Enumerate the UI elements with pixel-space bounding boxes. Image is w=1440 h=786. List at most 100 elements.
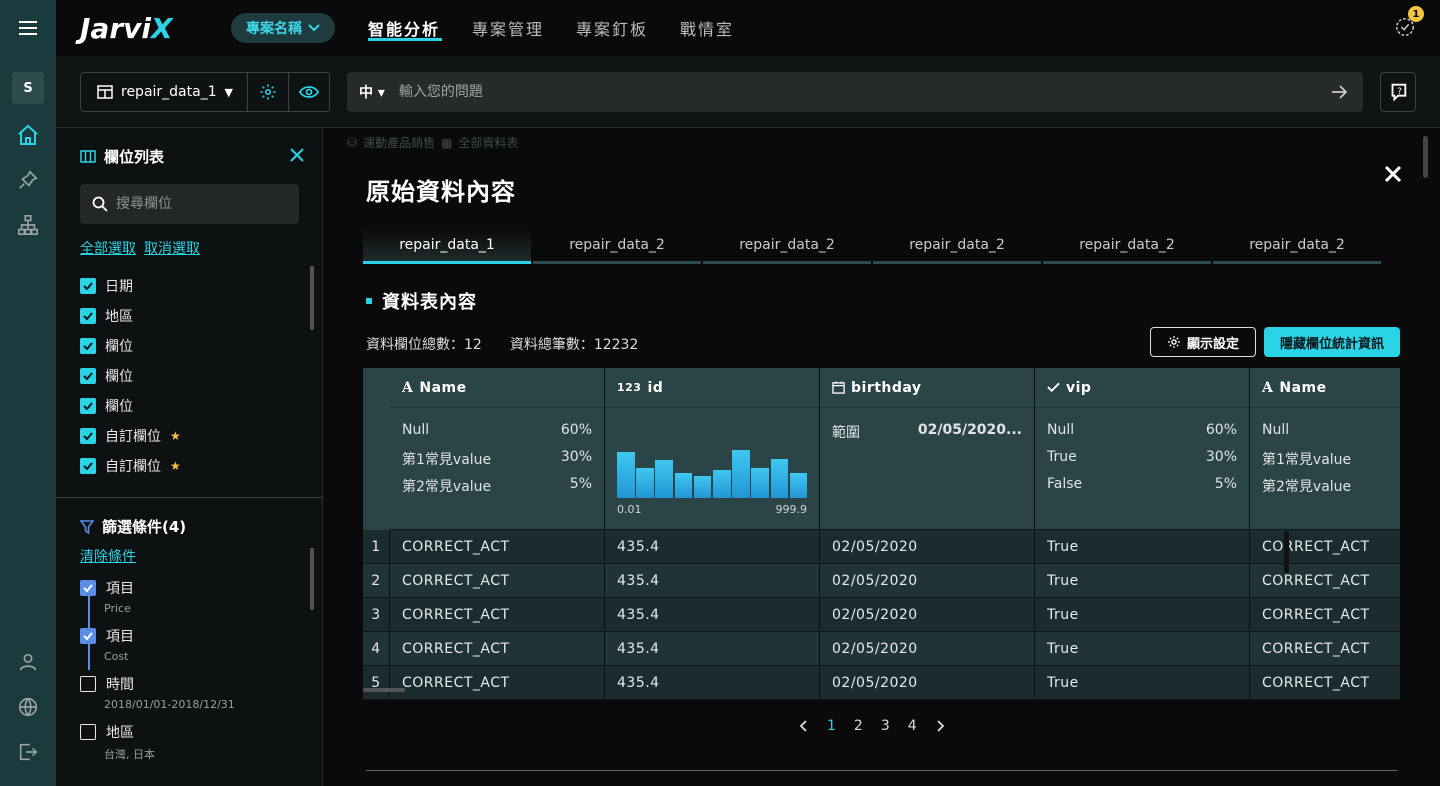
nav-tab-analysis[interactable]: 智能分析 [368,16,440,40]
page-numbers: 1 2 3 4 [827,718,917,734]
dataset-tab[interactable]: repair_data_1 [363,228,531,264]
section-title: 資料表內容 [366,288,477,314]
nav-tab-war-room[interactable]: 戰情室 [680,16,734,40]
filter-list-scrollbar[interactable] [310,548,314,610]
filter-item[interactable]: 地區 台灣, 日本 [80,722,155,762]
pin-icon[interactable] [14,166,42,194]
column-header-id[interactable]: 123 id [605,368,819,408]
chevron-left-icon[interactable] [799,720,809,732]
field-list-scrollbar[interactable] [310,266,314,330]
user-icon[interactable] [14,648,42,676]
checkbox-checked[interactable] [80,628,96,644]
page-number[interactable]: 3 [881,718,890,734]
home-icon[interactable] [14,121,42,149]
filters-header: 篩選條件(4) [80,516,186,537]
preview-data-button[interactable] [289,72,330,112]
stat-row: 第1常見value 30% [402,449,592,468]
dataset-selector[interactable]: repair_data_1 ▼ [80,72,248,112]
histogram-bar [770,458,789,498]
id-histogram [617,448,809,498]
histogram-bar [674,473,693,498]
deselect-all-link[interactable]: 取消選取 [144,238,200,258]
hide-stats-button[interactable]: 隱藏欄位統計資訊 [1264,327,1400,357]
chevron-right-icon[interactable] [935,720,945,732]
breadcrumb-project[interactable]: 運動產品銷售 [363,134,435,151]
stat-row: Null 60% [402,422,592,438]
breadcrumb-tables[interactable]: 全部資料表 [458,134,518,151]
dataset-tab[interactable]: repair_data_2 [873,228,1041,264]
field-label: 自訂欄位 [105,429,161,445]
globe-icon[interactable] [14,693,42,721]
field-item[interactable]: 欄位 [80,366,133,386]
page-number[interactable]: 4 [908,718,917,734]
nav-tab-pinboard[interactable]: 專案釘板 [576,16,648,40]
raw-data-panel: ⛁ 運動產品銷售 ▦ 全部資料表 原始資料內容 repair_data_1 rep… [323,128,1440,786]
sitemap-icon[interactable] [14,211,42,239]
field-label: 欄位 [105,369,133,385]
logout-icon[interactable] [14,738,42,766]
checkbox-checked[interactable] [80,278,96,294]
nav-tab-project-management[interactable]: 專案管理 [472,16,544,40]
field-item[interactable]: 地區 [80,306,133,326]
filter-item[interactable]: 項目 Cost [80,626,134,663]
dataset-tab[interactable]: repair_data_2 [533,228,701,264]
field-search-input[interactable] [116,196,286,212]
dataset-tab[interactable]: repair_data_2 [703,228,871,264]
field-item[interactable]: 自訂欄位 ★ [80,456,181,476]
project-selector[interactable]: 專案名稱 [231,13,335,43]
field-item[interactable]: 欄位 [80,336,133,356]
field-item[interactable]: 日期 [80,276,133,296]
dataset-tab[interactable]: repair_data_2 [1043,228,1211,264]
column-header-name[interactable]: A Name [390,368,604,408]
section-title-text: 資料表內容 [382,292,477,313]
dataset-tab[interactable]: repair_data_2 [1213,228,1381,264]
checkbox-checked[interactable] [80,458,96,474]
table-cell: CORRECT_ACT [1250,632,1400,666]
field-item[interactable]: 自訂欄位 ★ [80,426,181,446]
text-type-icon: A [1262,379,1274,396]
close-icon[interactable] [290,148,304,162]
checkbox-unchecked[interactable] [80,676,96,692]
filter-item[interactable]: 時間 2018/01/01-2018/12/31 [80,674,235,711]
main-scrollbar[interactable] [1423,136,1428,178]
checkbox-checked[interactable] [80,580,96,596]
column-title: Name [419,379,467,396]
gear-icon [1168,336,1180,348]
task-status-button[interactable]: 1 [1394,6,1424,40]
column-header-name-2[interactable]: A Name [1250,368,1400,408]
page-number[interactable]: 1 [827,718,836,734]
dataset-settings-button[interactable] [248,72,289,112]
column-header-vip[interactable]: vip [1035,368,1249,408]
page-number[interactable]: 2 [854,718,863,734]
field-item[interactable]: 欄位 [80,396,133,416]
data-table: 12345 A Name Null 60% 第1常見value 30% 第2常見val… [363,368,1400,700]
checkbox-checked[interactable] [80,338,96,354]
column-stats-name-2: Null 第1常見value 第2常見value [1250,408,1400,530]
select-all-link[interactable]: 全部選取 [80,238,136,258]
column-header-birthday[interactable]: birthday [820,368,1034,408]
language-selector[interactable]: 中 ▾ [359,82,385,102]
app-logo[interactable]: JarviX [80,12,173,45]
arrow-right-icon[interactable] [1329,82,1349,102]
field-count: 資料欄位總數：12 [366,337,482,353]
checkbox-checked[interactable] [80,428,96,444]
table-vertical-scrollbar[interactable] [1284,531,1289,573]
avatar[interactable]: S [12,72,44,104]
chevron-down-icon [308,24,320,32]
question-input[interactable] [398,84,1299,100]
checkbox-checked[interactable] [80,398,96,414]
row-index: 2 [363,564,389,598]
close-icon[interactable] [1381,162,1405,186]
table-horizontal-scrollbar[interactable] [363,688,405,692]
help-button[interactable]: ? [1380,72,1416,112]
checkbox-checked[interactable] [80,368,96,384]
checkbox-unchecked[interactable] [80,724,96,740]
display-settings-button[interactable]: 顯示設定 [1150,327,1256,357]
section-divider [366,770,1397,771]
checkbox-checked[interactable] [80,308,96,324]
menu-icon[interactable] [0,0,56,56]
filter-item[interactable]: 項目 Price [80,578,134,615]
filter-label: 項目 [106,629,134,645]
sidebar-divider [56,497,323,498]
clear-filters-link[interactable]: 清除條件 [80,546,136,566]
